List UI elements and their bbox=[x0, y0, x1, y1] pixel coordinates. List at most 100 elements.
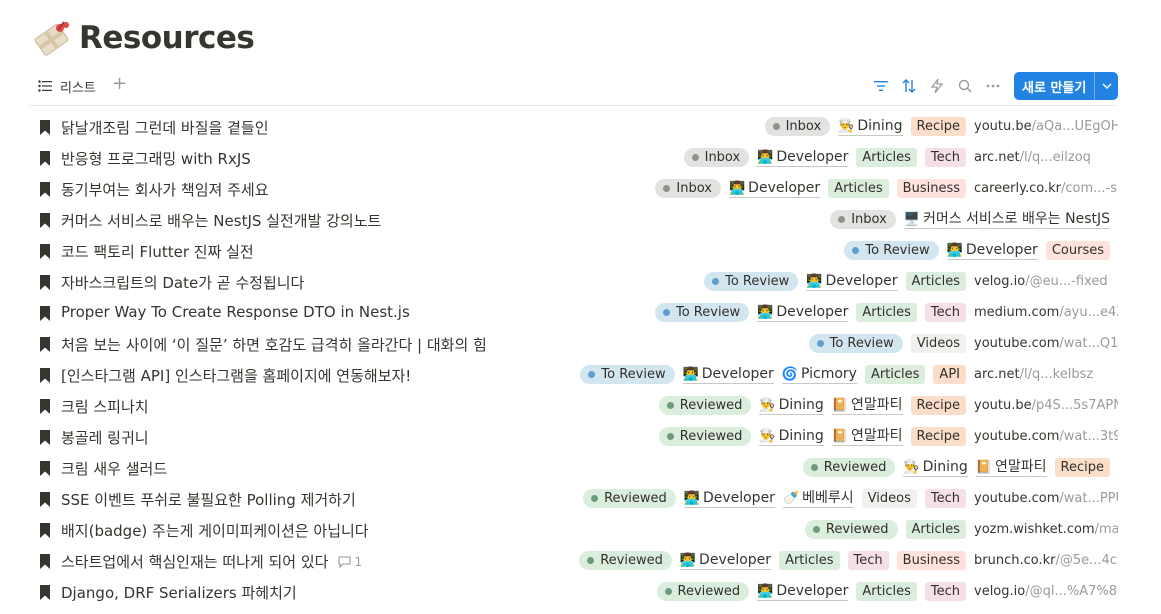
list-item[interactable]: [인스타그램 API] 인스타그램을 홈페이지에 연동해보자! To Review… bbox=[30, 359, 1118, 390]
relation-link[interactable]: 👨‍💻 Developer bbox=[683, 490, 775, 508]
url-link[interactable]: youtube.com/wat...Q1A... bbox=[974, 336, 1118, 351]
relation-link[interactable]: 👨‍💻 Developer bbox=[946, 242, 1038, 260]
list-item[interactable]: 커머스 서비스로 배우는 NestJS 실전개발 강의노트 Inbox 🖥️ 커머스 … bbox=[30, 204, 1118, 235]
add-view-icon[interactable]: + bbox=[112, 74, 127, 94]
item-title[interactable]: 처음 보는 사이에 ‘이 질문’ 하면 호감도 급격히 올라간다 | 대화의 힘 bbox=[61, 334, 487, 355]
url-link[interactable]: velog.io/@eu...-fixed bbox=[974, 274, 1118, 289]
item-title[interactable]: 동기부여는 회사가 책임져 주세요 bbox=[61, 179, 269, 200]
item-title[interactable]: [인스타그램 API] 인스타그램을 홈페이지에 연동해보자! bbox=[61, 365, 411, 386]
list-item[interactable]: 코드 팩토리 Flutter 진짜 실전 To Review 👨‍💻 Develope… bbox=[30, 235, 1118, 266]
list-item[interactable]: 크림 스피나치 Reviewed 👨‍🍳 Dining 📔 연말파티 Recipe youtu… bbox=[30, 390, 1118, 421]
item-title[interactable]: 반응형 프로그래밍 with RxJS bbox=[61, 148, 251, 169]
status-badge[interactable]: To Review bbox=[580, 365, 675, 384]
relation-link[interactable]: 📔 연말파티 bbox=[831, 397, 903, 415]
item-title[interactable]: 크림 스피나치 bbox=[61, 396, 149, 417]
url-link[interactable]: youtube.com/wat...3t9X... bbox=[974, 429, 1118, 444]
item-title[interactable]: 자바스크립트의 Date가 곧 수정됩니다 bbox=[61, 272, 304, 293]
url-link[interactable]: medium.com/ayu...e42... bbox=[974, 305, 1118, 320]
url-domain: arc.net bbox=[974, 367, 1020, 382]
status-badge[interactable]: Reviewed bbox=[658, 396, 752, 415]
relation-link[interactable]: 🍼 베베루시 bbox=[782, 490, 854, 508]
comment-count[interactable]: 1 bbox=[338, 555, 362, 569]
item-title[interactable]: 크림 새우 샐러드 bbox=[61, 458, 167, 479]
status-badge[interactable]: To Review bbox=[808, 334, 903, 353]
relation-link[interactable]: 🖥️ 커머스 서비스로 배우는 NestJS bbox=[903, 211, 1110, 229]
url-link[interactable]: arc.net/l/q...eilzoq bbox=[974, 150, 1118, 165]
item-title[interactable]: 커머스 서비스로 배우는 NestJS 실전개발 강의노트 bbox=[61, 210, 381, 231]
url-link[interactable]: velog.io/@ql...%A7%80 bbox=[974, 584, 1118, 599]
item-title[interactable]: 스타트업에서 핵심인재는 떠나게 되어 있다 1 bbox=[61, 551, 362, 572]
url-link[interactable]: careerly.co.kr/com...-sh... bbox=[974, 181, 1118, 196]
list-item[interactable]: 스타트업에서 핵심인재는 떠나게 되어 있다 1 Reviewed 👨‍💻 Develo… bbox=[30, 545, 1118, 576]
filter-icon[interactable] bbox=[871, 76, 891, 96]
tab-list[interactable]: 리스트 bbox=[38, 76, 96, 96]
tag-badge: API bbox=[933, 365, 966, 384]
relation-link[interactable]: 👨‍💻 Developer bbox=[806, 273, 898, 291]
item-title[interactable]: Proper Way To Create Response DTO in Nes… bbox=[61, 303, 410, 321]
relation-link[interactable]: 📔 연말파티 bbox=[831, 428, 903, 446]
chevron-down-icon[interactable] bbox=[1095, 81, 1118, 92]
more-icon[interactable] bbox=[983, 76, 1003, 96]
item-title-text: 처음 보는 사이에 ‘이 질문’ 하면 호감도 급격히 올라간다 | 대화의 힘 bbox=[61, 336, 487, 354]
relation-link[interactable]: 📔 연말파티 bbox=[975, 459, 1047, 477]
tag-badge: Business bbox=[896, 179, 966, 198]
list-item[interactable]: 배지(badge) 주는게 게이미피케이션은 아닙니다 Reviewed Artic… bbox=[30, 514, 1118, 545]
status-badge[interactable]: Reviewed bbox=[804, 520, 898, 539]
status-badge[interactable]: Inbox bbox=[764, 117, 831, 136]
status-badge[interactable]: Inbox bbox=[830, 210, 896, 229]
item-title[interactable]: 닭날개조림 그런데 바질을 곁들인 bbox=[61, 117, 269, 138]
search-icon[interactable] bbox=[955, 76, 975, 96]
item-title[interactable]: Django, DRF Serializers 파헤치기 bbox=[61, 582, 297, 603]
item-title[interactable]: 봉골레 링귀니 bbox=[61, 427, 149, 448]
relation-link[interactable]: 👨‍🍳 Dining bbox=[759, 397, 824, 415]
relation-link[interactable]: 👨‍🍳 Dining bbox=[838, 118, 903, 136]
status-badge[interactable]: Reviewed bbox=[579, 551, 672, 570]
status-badge[interactable]: To Review bbox=[654, 303, 750, 322]
relation-emoji-icon: 👨‍🍳 bbox=[759, 397, 776, 413]
status-badge[interactable]: Reviewed bbox=[583, 489, 676, 508]
status-badge[interactable]: Reviewed bbox=[658, 427, 752, 446]
relation-label: Dining bbox=[778, 427, 824, 444]
status-badge[interactable]: To Review bbox=[844, 241, 939, 260]
list-item[interactable]: 닭날개조림 그런데 바질을 곁들인 Inbox 👨‍🍳 Dining Recipe you… bbox=[30, 111, 1118, 142]
list-item[interactable]: 동기부여는 회사가 책임져 주세요 Inbox 👨‍💻 Developer Articl… bbox=[30, 173, 1118, 204]
url-link[interactable]: brunch.co.kr/@5e...4c9... bbox=[974, 553, 1118, 568]
item-title[interactable]: 배지(badge) 주는게 게이미피케이션은 아닙니다 bbox=[61, 520, 369, 541]
list-item[interactable]: Django, DRF Serializers 파헤치기 Reviewed 👨‍💻 D… bbox=[30, 576, 1118, 607]
item-title[interactable]: 코드 팩토리 Flutter 진짜 실전 bbox=[61, 241, 254, 262]
item-title-text: 커머스 서비스로 배우는 NestJS 실전개발 강의노트 bbox=[61, 212, 382, 230]
list-item[interactable]: Proper Way To Create Response DTO in Nes… bbox=[30, 297, 1118, 328]
relation-link[interactable]: 👨‍💻 Developer bbox=[757, 149, 849, 167]
url-link[interactable]: youtube.com/wat...PPU... bbox=[974, 491, 1118, 506]
relation-link[interactable]: 👨‍💻 Developer bbox=[757, 304, 849, 322]
relation-link[interactable]: 👨‍🍳 Dining bbox=[903, 459, 968, 477]
new-button[interactable]: 새로 만들기 bbox=[1014, 72, 1118, 100]
relation-link[interactable]: 👨‍💻 Developer bbox=[679, 552, 772, 570]
status-badge[interactable]: Reviewed bbox=[656, 582, 750, 601]
sort-icon[interactable] bbox=[899, 76, 919, 96]
list-item[interactable]: 봉골레 링귀니 Reviewed 👨‍🍳 Dining 📔 연말파티 Recipe youtu… bbox=[30, 421, 1118, 452]
url-link[interactable]: yozm.wishket.com/mag... bbox=[974, 522, 1118, 537]
lightning-icon[interactable] bbox=[927, 76, 947, 96]
status-badge[interactable]: Inbox bbox=[683, 148, 750, 167]
list-item[interactable]: 처음 보는 사이에 ‘이 질문’ 하면 호감도 급격히 올라간다 | 대화의 힘… bbox=[30, 328, 1118, 359]
status-badge[interactable]: Inbox bbox=[655, 179, 721, 198]
status-badge[interactable]: To Review bbox=[704, 272, 799, 291]
list-item[interactable]: 반응형 프로그래밍 with RxJS Inbox 👨‍💻 Developer Arti… bbox=[30, 142, 1118, 173]
url-link[interactable]: youtu.be/p4S...5s7APN bbox=[974, 398, 1118, 413]
url-link[interactable]: youtu.be/aQa...UEgOHa bbox=[974, 119, 1118, 134]
relation-link[interactable]: 👨‍🍳 Dining bbox=[759, 427, 824, 446]
list-item[interactable]: 크림 새우 샐러드 Reviewed 👨‍🍳 Dining 📔 연말파티 Recipe bbox=[30, 452, 1118, 483]
relation-link[interactable]: 👨‍💻 Developer bbox=[757, 583, 849, 601]
relation-link[interactable]: 👨‍💻 Developer bbox=[682, 366, 774, 384]
list-view-icon bbox=[38, 80, 52, 92]
url-link[interactable]: arc.net/l/q...kelbsz bbox=[974, 367, 1118, 382]
relation-emoji-icon: 📔 bbox=[831, 397, 848, 413]
list-item[interactable]: SSE 이벤트 푸쉬로 불필요한 Polling 제거하기 Reviewed 👨‍💻… bbox=[30, 483, 1118, 514]
relation-link[interactable]: 🌀 Picmory bbox=[781, 366, 857, 384]
relation-link[interactable]: 👨‍💻 Developer bbox=[728, 180, 821, 198]
item-title[interactable]: SSE 이벤트 푸쉬로 불필요한 Polling 제거하기 bbox=[61, 489, 356, 510]
list-item[interactable]: 자바스크립트의 Date가 곧 수정됩니다 To Review 👨‍💻 Develop… bbox=[30, 266, 1118, 297]
status-badge[interactable]: Reviewed bbox=[802, 458, 896, 477]
status-label: Reviewed bbox=[823, 460, 887, 475]
